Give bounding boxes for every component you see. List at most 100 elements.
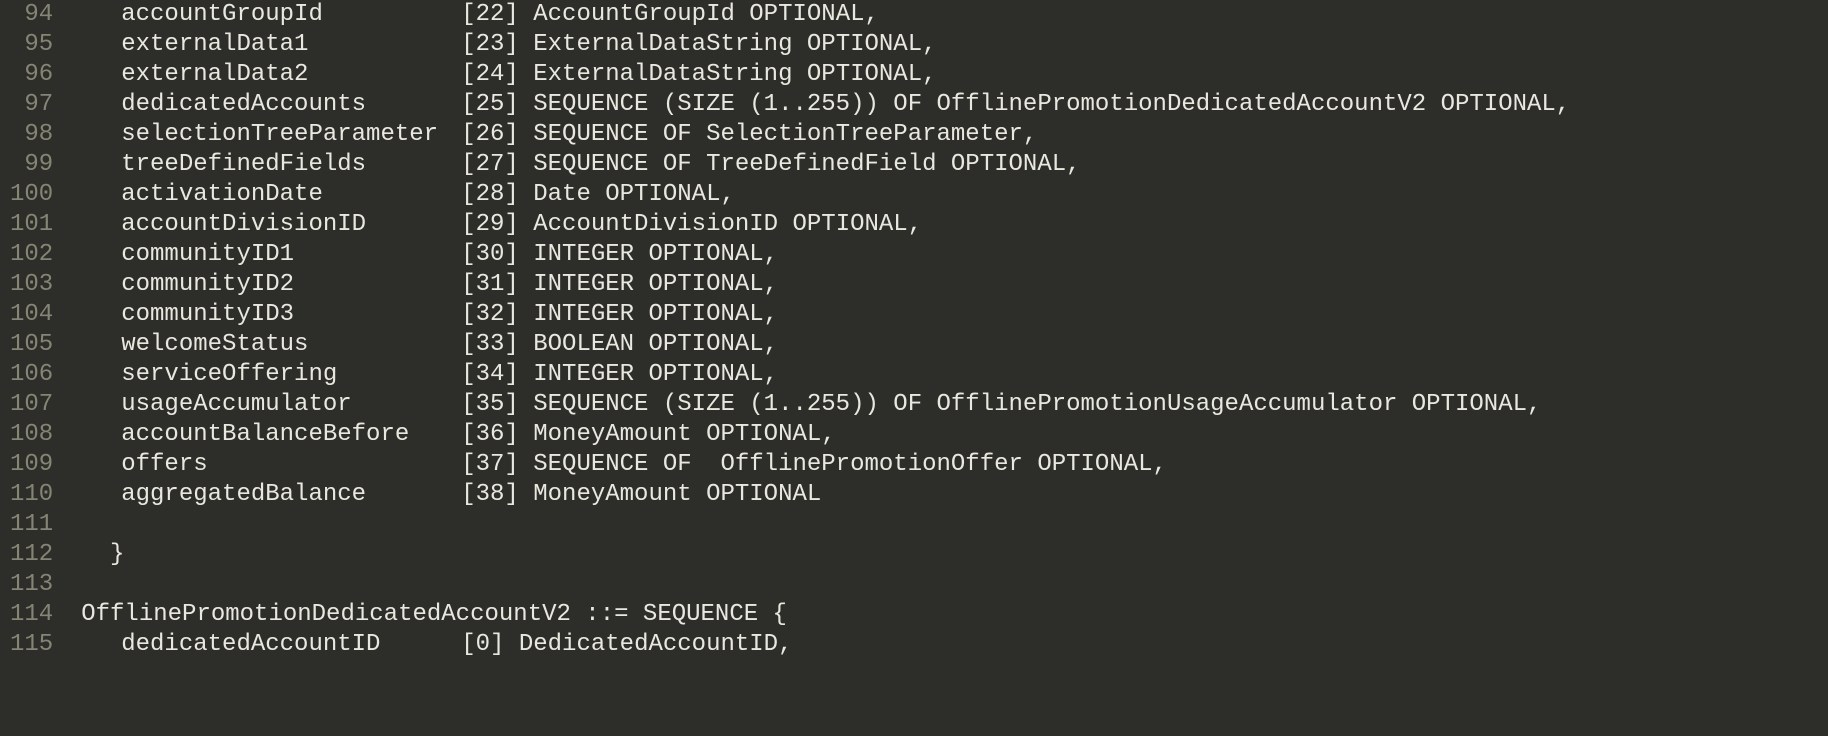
optional-suffix: OPTIONAL, [1397, 391, 1541, 418]
optional-suffix: , [1023, 121, 1037, 148]
optional-suffix: OPTIONAL, [792, 31, 936, 58]
code-line[interactable]: usageAccumulator[35] SEQUENCE (SIZE (1..… [81, 390, 1828, 420]
field-identifier: externalData2 [121, 60, 461, 90]
type-reference: SEQUENCE OF OfflinePromotionOffer [533, 451, 1023, 478]
type-reference: INTEGER [533, 271, 634, 298]
field-identifier: activationDate [121, 180, 461, 210]
code-line[interactable] [81, 510, 1828, 540]
line-number: 98 [10, 120, 53, 150]
asn1-tag: [23] [461, 31, 519, 58]
type-reference: INTEGER [533, 301, 634, 328]
optional-suffix: OPTIONAL, [937, 151, 1081, 178]
code-line[interactable]: externalData1[23] ExternalDataString OPT… [81, 30, 1828, 60]
field-identifier: welcomeStatus [121, 330, 461, 360]
code-area[interactable]: accountGroupId[22] AccountGroupId OPTION… [73, 0, 1828, 736]
code-line[interactable]: OfflinePromotionDedicatedAccountV2 ::= S… [81, 600, 1828, 630]
type-reference: INTEGER [533, 241, 634, 268]
asn1-tag: [33] [461, 331, 519, 358]
optional-suffix: OPTIONAL, [692, 421, 836, 448]
type-reference: Date [533, 181, 591, 208]
code-editor[interactable]: 9495969798991001011021031041051061071081… [0, 0, 1828, 736]
asn1-tag: [37] [461, 451, 519, 478]
type-reference: ExternalDataString [533, 31, 792, 58]
code-line[interactable]: treeDefinedFields[27] SEQUENCE OF TreeDe… [81, 150, 1828, 180]
field-identifier: accountDivisionID [121, 210, 461, 240]
type-reference: AccountGroupId [533, 1, 735, 28]
line-number: 99 [10, 150, 53, 180]
code-line[interactable]: aggregatedBalance[38] MoneyAmount OPTION… [81, 480, 1828, 510]
raw-text: OfflinePromotionDedicatedAccountV2 ::= S… [81, 601, 787, 628]
line-number-gutter: 9495969798991001011021031041051061071081… [0, 0, 73, 736]
code-line[interactable]: activationDate[28] Date OPTIONAL, [81, 180, 1828, 210]
asn1-tag: [34] [461, 361, 519, 388]
line-number: 111 [10, 510, 53, 540]
type-reference: MoneyAmount [533, 481, 691, 508]
optional-suffix: OPTIONAL, [591, 181, 735, 208]
asn1-tag: [38] [461, 481, 519, 508]
asn1-tag: [27] [461, 151, 519, 178]
optional-suffix: OPTIONAL, [634, 271, 778, 298]
code-line[interactable]: serviceOffering[34] INTEGER OPTIONAL, [81, 360, 1828, 390]
type-reference: AccountDivisionID [533, 211, 778, 238]
field-identifier: accountBalanceBefore [121, 420, 461, 450]
code-line[interactable]: } [81, 540, 1828, 570]
asn1-tag: [35] [461, 391, 519, 418]
optional-suffix: OPTIONAL, [634, 241, 778, 268]
asn1-tag: [31] [461, 271, 519, 298]
code-line[interactable]: externalData2[24] ExternalDataString OPT… [81, 60, 1828, 90]
field-identifier: accountGroupId [121, 0, 461, 30]
asn1-tag: [36] [461, 421, 519, 448]
asn1-tag: [22] [461, 1, 519, 28]
code-line[interactable]: accountDivisionID[29] AccountDivisionID … [81, 210, 1828, 240]
type-reference: ExternalDataString [533, 61, 792, 88]
field-identifier: communityID2 [121, 270, 461, 300]
line-number: 106 [10, 360, 53, 390]
line-number: 105 [10, 330, 53, 360]
line-number: 108 [10, 420, 53, 450]
code-line[interactable]: offers[37] SEQUENCE OF OfflinePromotionO… [81, 450, 1828, 480]
asn1-tag: [28] [461, 181, 519, 208]
asn1-tag: [29] [461, 211, 519, 238]
asn1-tag: [0] [461, 631, 504, 658]
line-number: 109 [10, 450, 53, 480]
code-line[interactable]: selectionTreeParameter[26] SEQUENCE OF S… [81, 120, 1828, 150]
line-number: 97 [10, 90, 53, 120]
field-identifier: serviceOffering [121, 360, 461, 390]
optional-suffix: OPTIONAL, [792, 61, 936, 88]
code-line[interactable]: communityID1[30] INTEGER OPTIONAL, [81, 240, 1828, 270]
optional-suffix: OPTIONAL, [778, 211, 922, 238]
type-reference: SEQUENCE OF TreeDefinedField [533, 151, 936, 178]
optional-suffix: OPTIONAL, [1426, 91, 1570, 118]
type-reference: INTEGER [533, 361, 634, 388]
code-line[interactable]: dedicatedAccountID[0] DedicatedAccountID… [81, 630, 1828, 660]
field-identifier: aggregatedBalance [121, 480, 461, 510]
line-number: 107 [10, 390, 53, 420]
optional-suffix: OPTIONAL, [634, 331, 778, 358]
raw-text: } [81, 541, 124, 568]
code-line[interactable]: accountGroupId[22] AccountGroupId OPTION… [81, 0, 1828, 30]
field-identifier: offers [121, 450, 461, 480]
optional-suffix: OPTIONAL, [634, 301, 778, 328]
line-number: 103 [10, 270, 53, 300]
optional-suffix: OPTIONAL, [735, 1, 879, 28]
line-number: 102 [10, 240, 53, 270]
code-line[interactable]: communityID2[31] INTEGER OPTIONAL, [81, 270, 1828, 300]
field-identifier: usageAccumulator [121, 390, 461, 420]
field-identifier: selectionTreeParameter [121, 120, 461, 150]
optional-suffix: OPTIONAL, [634, 361, 778, 388]
asn1-tag: [24] [461, 61, 519, 88]
asn1-tag: [25] [461, 91, 519, 118]
line-number: 96 [10, 60, 53, 90]
code-line[interactable]: communityID3[32] INTEGER OPTIONAL, [81, 300, 1828, 330]
code-line[interactable]: accountBalanceBefore[36] MoneyAmount OPT… [81, 420, 1828, 450]
code-line[interactable]: dedicatedAccounts[25] SEQUENCE (SIZE (1.… [81, 90, 1828, 120]
type-reference: SEQUENCE OF SelectionTreeParameter [533, 121, 1023, 148]
code-line[interactable] [81, 570, 1828, 600]
type-reference: MoneyAmount [533, 421, 691, 448]
line-number: 114 [10, 600, 53, 630]
line-number: 100 [10, 180, 53, 210]
code-line[interactable]: welcomeStatus[33] BOOLEAN OPTIONAL, [81, 330, 1828, 360]
line-number: 110 [10, 480, 53, 510]
type-reference: BOOLEAN [533, 331, 634, 358]
optional-suffix: , [778, 631, 792, 658]
